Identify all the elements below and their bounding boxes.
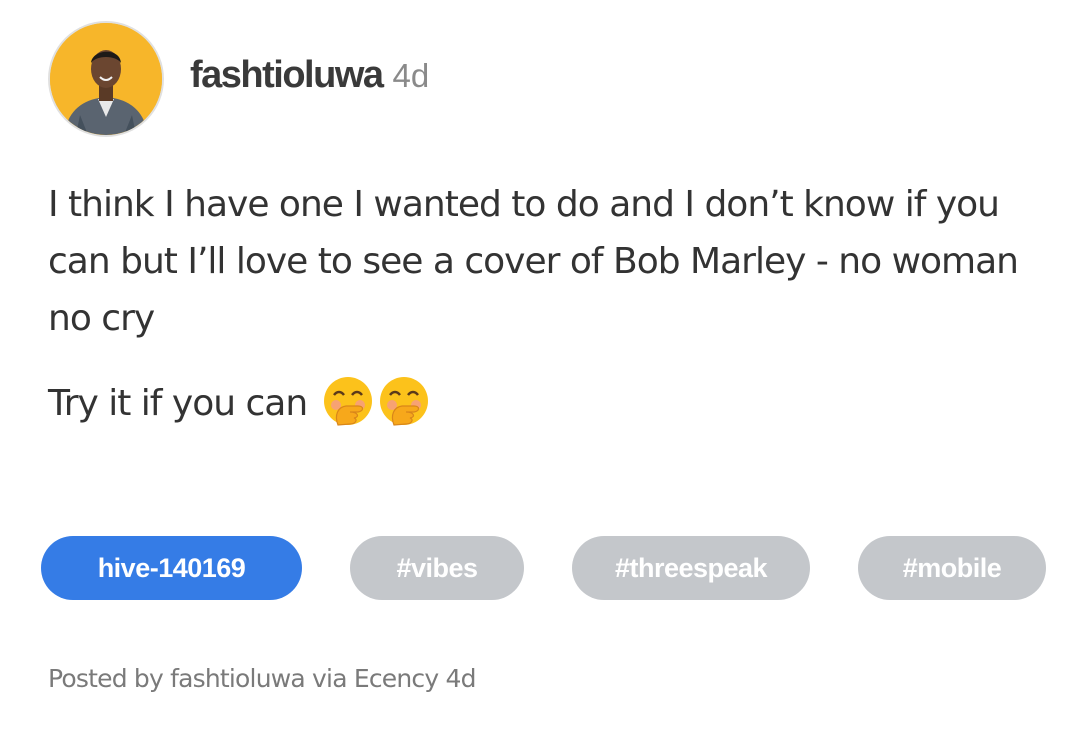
post-paragraph-text: Try it if you can [48, 383, 308, 424]
avatar-image [50, 23, 162, 135]
post-paragraph: I think I have one I wanted to do and I … [48, 184, 1019, 339]
post-header: fashtioluwa 4d [48, 20, 429, 138]
tag-vibes[interactable]: #vibes [350, 536, 524, 600]
tag-community[interactable]: hive-140169 [41, 536, 302, 600]
post-body: I think I have one I wanted to do and I … [48, 176, 1038, 432]
hand-over-mouth-emoji-icon [323, 377, 372, 426]
author-username[interactable]: fashtioluwa [190, 54, 384, 97]
post-footer: Posted by fashtioluwa via Ecency 4d [48, 664, 477, 693]
hand-over-mouth-emoji-icon [379, 377, 428, 426]
author-line: fashtioluwa 4d [190, 54, 429, 97]
tag-list: hive-140169 #vibes #threespeak #mobile [41, 536, 1047, 600]
avatar[interactable] [48, 21, 164, 137]
tag-threespeak[interactable]: #threespeak [572, 536, 810, 600]
post-paragraph-with-emoji: Try it if you can [48, 375, 1038, 432]
tag-mobile[interactable]: #mobile [858, 536, 1046, 600]
post-time: 4d [392, 56, 430, 94]
